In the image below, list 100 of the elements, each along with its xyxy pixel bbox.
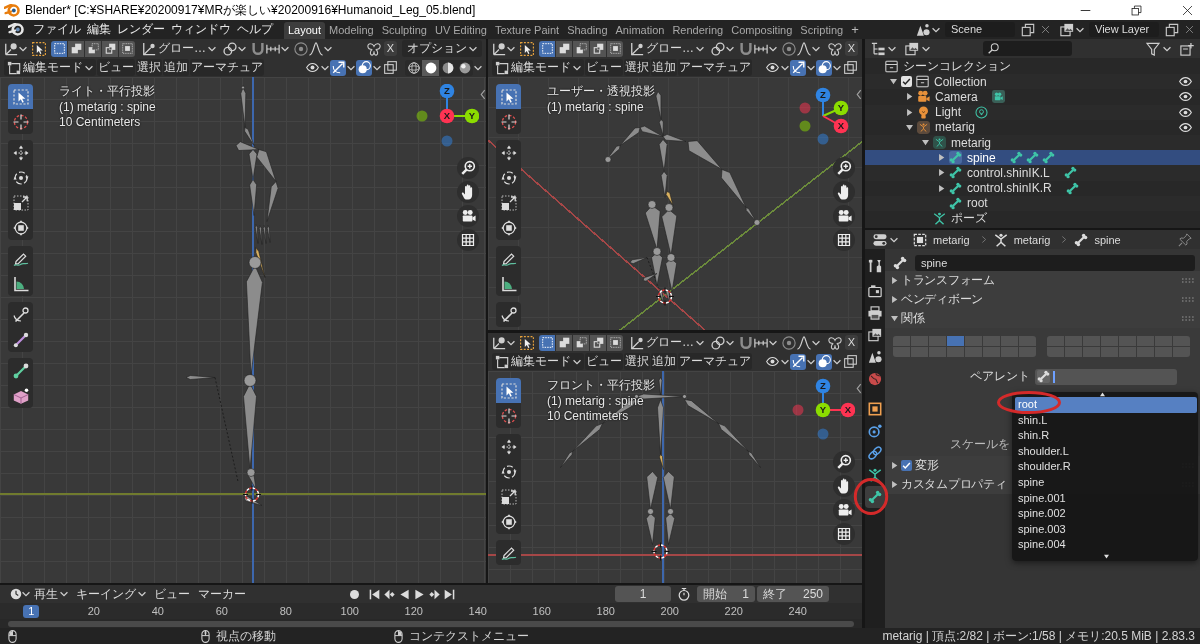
- select-mode-button[interactable]: [590, 40, 606, 57]
- caret-icon[interactable]: [238, 45, 246, 52]
- caret-icon[interactable]: [833, 64, 841, 71]
- menu-item[interactable]: ウィンドウ: [168, 20, 234, 39]
- caret-icon[interactable]: [932, 26, 940, 33]
- drag-handle-icon[interactable]: [1182, 316, 1194, 321]
- tool-button[interactable]: [496, 403, 521, 428]
- toggle-switches-icon[interactable]: [873, 232, 887, 247]
- tool-button[interactable]: [8, 215, 33, 240]
- tool-button[interactable]: [496, 378, 521, 403]
- axis-handle[interactable]: [439, 84, 455, 99]
- menu-item[interactable]: shoulder.L: [1015, 443, 1197, 460]
- chevron-left-icon[interactable]: [856, 89, 862, 100]
- camera-icon[interactable]: [991, 90, 1005, 104]
- shading-mode-button[interactable]: [456, 59, 473, 76]
- eye-icon[interactable]: [1179, 75, 1192, 89]
- triangle-right-icon[interactable]: [905, 108, 913, 116]
- scene-icon[interactable]: [916, 22, 930, 37]
- axis-handle[interactable]: [815, 87, 831, 103]
- orientation-dropdown[interactable]: グロー…: [628, 334, 706, 351]
- workspace-tab[interactable]: Rendering: [668, 22, 728, 39]
- copy-icon[interactable]: [1165, 22, 1179, 37]
- layer-toggle[interactable]: [1137, 336, 1154, 346]
- caret-icon[interactable]: [812, 339, 820, 346]
- magnet-icon[interactable]: [251, 41, 265, 56]
- layer-toggle[interactable]: [929, 347, 946, 357]
- bone-icon[interactable]: [1025, 151, 1039, 165]
- hand-icon[interactable]: [833, 181, 855, 203]
- caret-icon[interactable]: [373, 64, 381, 71]
- mode-dropdown[interactable]: 編集モード: [4, 59, 96, 76]
- light-ring-icon[interactable]: [975, 105, 989, 119]
- bone-icon[interactable]: [949, 196, 962, 210]
- tool-button[interactable]: [8, 246, 33, 271]
- 3d-viewport[interactable]: フロント・平行投影 (1) metarig : spine 10 Centimeters Z Y X: [488, 371, 862, 583]
- select-mode-button[interactable]: [68, 40, 84, 57]
- caret-icon[interactable]: [769, 45, 777, 52]
- menu-button[interactable]: ビュー: [97, 59, 135, 76]
- zoom-icon[interactable]: [833, 451, 855, 473]
- restore-icon[interactable]: [1131, 4, 1142, 16]
- layer-toggle[interactable]: [1101, 336, 1118, 346]
- movie-camera-icon[interactable]: [833, 205, 855, 227]
- outliner-row[interactable]: シーンコレクション: [865, 59, 1200, 75]
- tool-button[interactable]: [496, 84, 521, 109]
- toggle-button[interactable]: [816, 59, 832, 76]
- menu-button[interactable]: ビュー: [585, 59, 623, 76]
- play-icon[interactable]: [414, 588, 425, 600]
- tool-button[interactable]: [496, 215, 521, 240]
- select-mode-button[interactable]: [85, 40, 101, 57]
- layer-toggle[interactable]: [983, 347, 1000, 357]
- end-frame-field[interactable]: 終了 250: [757, 586, 829, 602]
- tree-list-icon[interactable]: [871, 41, 885, 56]
- menu-button[interactable]: 追加: [163, 59, 189, 76]
- layer-toggle[interactable]: [1019, 336, 1036, 346]
- bone-name-field[interactable]: spine: [915, 255, 1195, 271]
- layer-toggle[interactable]: [1173, 336, 1190, 346]
- stick-figure-icon[interactable]: [917, 120, 930, 134]
- menu-button[interactable]: アーマチュア: [678, 353, 752, 370]
- collection-box-icon[interactable]: [885, 60, 898, 74]
- caret-icon[interactable]: [347, 64, 355, 71]
- copy-icon[interactable]: [1021, 22, 1035, 37]
- falloff-curve-icon[interactable]: [797, 335, 811, 350]
- layer-toggle[interactable]: [1065, 347, 1082, 357]
- caret-icon[interactable]: [726, 339, 734, 346]
- logo-icon[interactable]: [8, 23, 24, 36]
- add-workspace-button[interactable]: +: [847, 21, 863, 38]
- caret-icon[interactable]: [281, 45, 289, 52]
- menu-item[interactable]: 編集: [84, 20, 114, 39]
- toggle-button[interactable]: [356, 59, 372, 76]
- drag-handle-icon[interactable]: [1182, 278, 1194, 283]
- bone-icon[interactable]: [1063, 166, 1077, 180]
- select-box-icon[interactable]: [32, 41, 46, 56]
- tool-button[interactable]: [496, 109, 521, 134]
- menu-button[interactable]: キーイング: [72, 585, 150, 603]
- caret-icon[interactable]: [781, 64, 789, 71]
- tool-button[interactable]: [496, 434, 521, 459]
- layer-toggle[interactable]: [1047, 336, 1064, 346]
- caret-icon[interactable]: [922, 45, 930, 52]
- layer-toggle[interactable]: [893, 336, 910, 346]
- layer-toggle[interactable]: [911, 347, 928, 357]
- zoom-icon[interactable]: [457, 157, 479, 179]
- caret-icon[interactable]: [812, 45, 820, 52]
- layer-toggle[interactable]: [1047, 347, 1064, 357]
- toggle-button[interactable]: [842, 353, 858, 370]
- workspace-tab[interactable]: Layout: [284, 22, 326, 39]
- caret-icon[interactable]: [1163, 45, 1171, 52]
- workspace-tab[interactable]: Modeling: [325, 22, 378, 39]
- caret-icon[interactable]: [726, 45, 734, 52]
- caret-icon[interactable]: [781, 358, 789, 365]
- tool-button[interactable]: [496, 509, 521, 534]
- drag-handle-icon[interactable]: [1182, 297, 1194, 302]
- layer-toggle[interactable]: [965, 336, 982, 346]
- bone-icon[interactable]: [949, 151, 962, 165]
- panel-header[interactable]: ベンディボーン: [885, 290, 1200, 309]
- triangle-down-icon[interactable]: [889, 78, 897, 86]
- bone-icon[interactable]: [1009, 151, 1023, 165]
- menu-item[interactable]: レンダー: [114, 20, 168, 39]
- butterfly-icon[interactable]: [827, 335, 842, 350]
- magnet-icon[interactable]: [739, 335, 753, 350]
- grid-icon[interactable]: [457, 229, 479, 251]
- filter-icon[interactable]: [1146, 41, 1160, 56]
